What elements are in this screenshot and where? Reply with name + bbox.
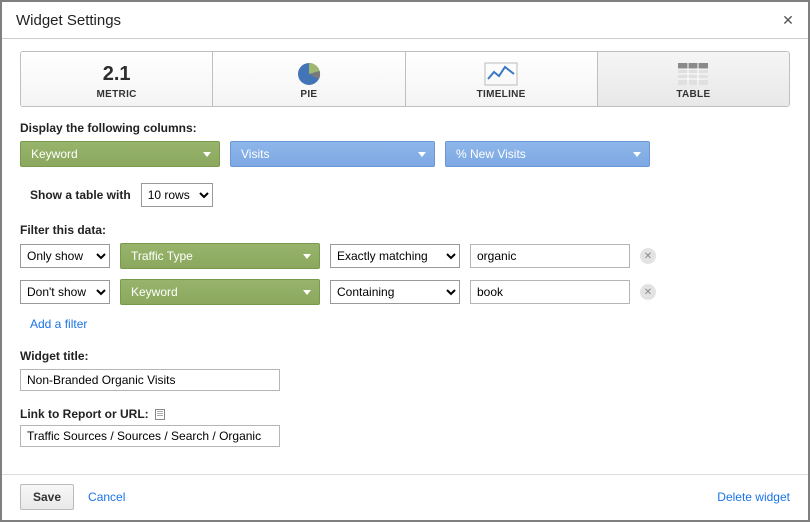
filter-match-select[interactable]: Containing <box>330 280 460 304</box>
filter-value-input[interactable] <box>470 280 630 304</box>
cancel-link[interactable]: Cancel <box>88 490 125 504</box>
chevron-down-icon <box>203 152 211 157</box>
filter-dimension-dropdown[interactable]: Keyword <box>120 279 320 305</box>
link-section: Link to Report or URL: <box>20 407 790 447</box>
rows-select[interactable]: 10 rows <box>141 183 213 207</box>
link-label: Link to Report or URL: <box>20 407 790 421</box>
close-icon[interactable]: ✕ <box>778 10 798 30</box>
rows-section: Show a table with 10 rows <box>20 183 790 207</box>
metric1-dropdown[interactable]: Visits <box>230 141 435 167</box>
dialog-title: Widget Settings <box>16 12 121 29</box>
dimension-dropdown[interactable]: Keyword <box>20 141 220 167</box>
remove-filter-icon[interactable]: ✕ <box>640 284 656 300</box>
filter-value-input[interactable] <box>470 244 630 268</box>
filters-heading: Filter this data: <box>20 223 790 237</box>
columns-heading: Display the following columns: <box>20 121 790 135</box>
delete-widget-link[interactable]: Delete widget <box>717 490 790 504</box>
save-button[interactable]: Save <box>20 484 74 510</box>
add-filter-link[interactable]: Add a filter <box>30 317 87 331</box>
table-icon <box>598 61 789 87</box>
tab-pie[interactable]: PIE <box>213 52 405 106</box>
widget-title-label: Widget title: <box>20 349 790 363</box>
widget-title-input[interactable] <box>20 369 280 391</box>
dialog-titlebar: Widget Settings ✕ <box>2 2 808 39</box>
filter-mode-select[interactable]: Don't show <box>20 280 110 304</box>
filter-row: Only show Traffic Type Exactly matching … <box>20 243 790 269</box>
timeline-icon <box>406 61 597 87</box>
filter-mode-select[interactable]: Only show <box>20 244 110 268</box>
tab-metric[interactable]: 2.1 METRIC <box>21 52 213 106</box>
filter-dimension-dropdown[interactable]: Traffic Type <box>120 243 320 269</box>
link-input[interactable] <box>20 425 280 447</box>
dialog-body: 2.1 METRIC PIE <box>2 39 808 474</box>
filter-row: Don't show Keyword Containing ✕ <box>20 279 790 305</box>
filters-section: Filter this data: Only show Traffic Type… <box>20 223 790 333</box>
widget-type-tabs: 2.1 METRIC PIE <box>20 51 790 107</box>
metric2-dropdown[interactable]: % New Visits <box>445 141 650 167</box>
chevron-down-icon <box>418 152 426 157</box>
rows-label: Show a table with <box>30 188 131 202</box>
widget-settings-dialog: Widget Settings ✕ 2.1 METRIC PIE <box>0 0 810 522</box>
remove-filter-icon[interactable]: ✕ <box>640 248 656 264</box>
metric-icon: 2.1 <box>21 61 212 87</box>
filter-match-select[interactable]: Exactly matching <box>330 244 460 268</box>
pie-icon <box>213 61 404 87</box>
tab-timeline[interactable]: TIMELINE <box>406 52 598 106</box>
chevron-down-icon <box>633 152 641 157</box>
chevron-down-icon <box>303 254 311 259</box>
dialog-footer: Save Cancel Delete widget <box>2 474 808 520</box>
tab-table[interactable]: TABLE <box>598 52 789 106</box>
widget-title-section: Widget title: <box>20 349 790 391</box>
chevron-down-icon <box>303 290 311 295</box>
page-icon <box>155 409 165 420</box>
columns-section: Display the following columns: Keyword V… <box>20 121 790 167</box>
